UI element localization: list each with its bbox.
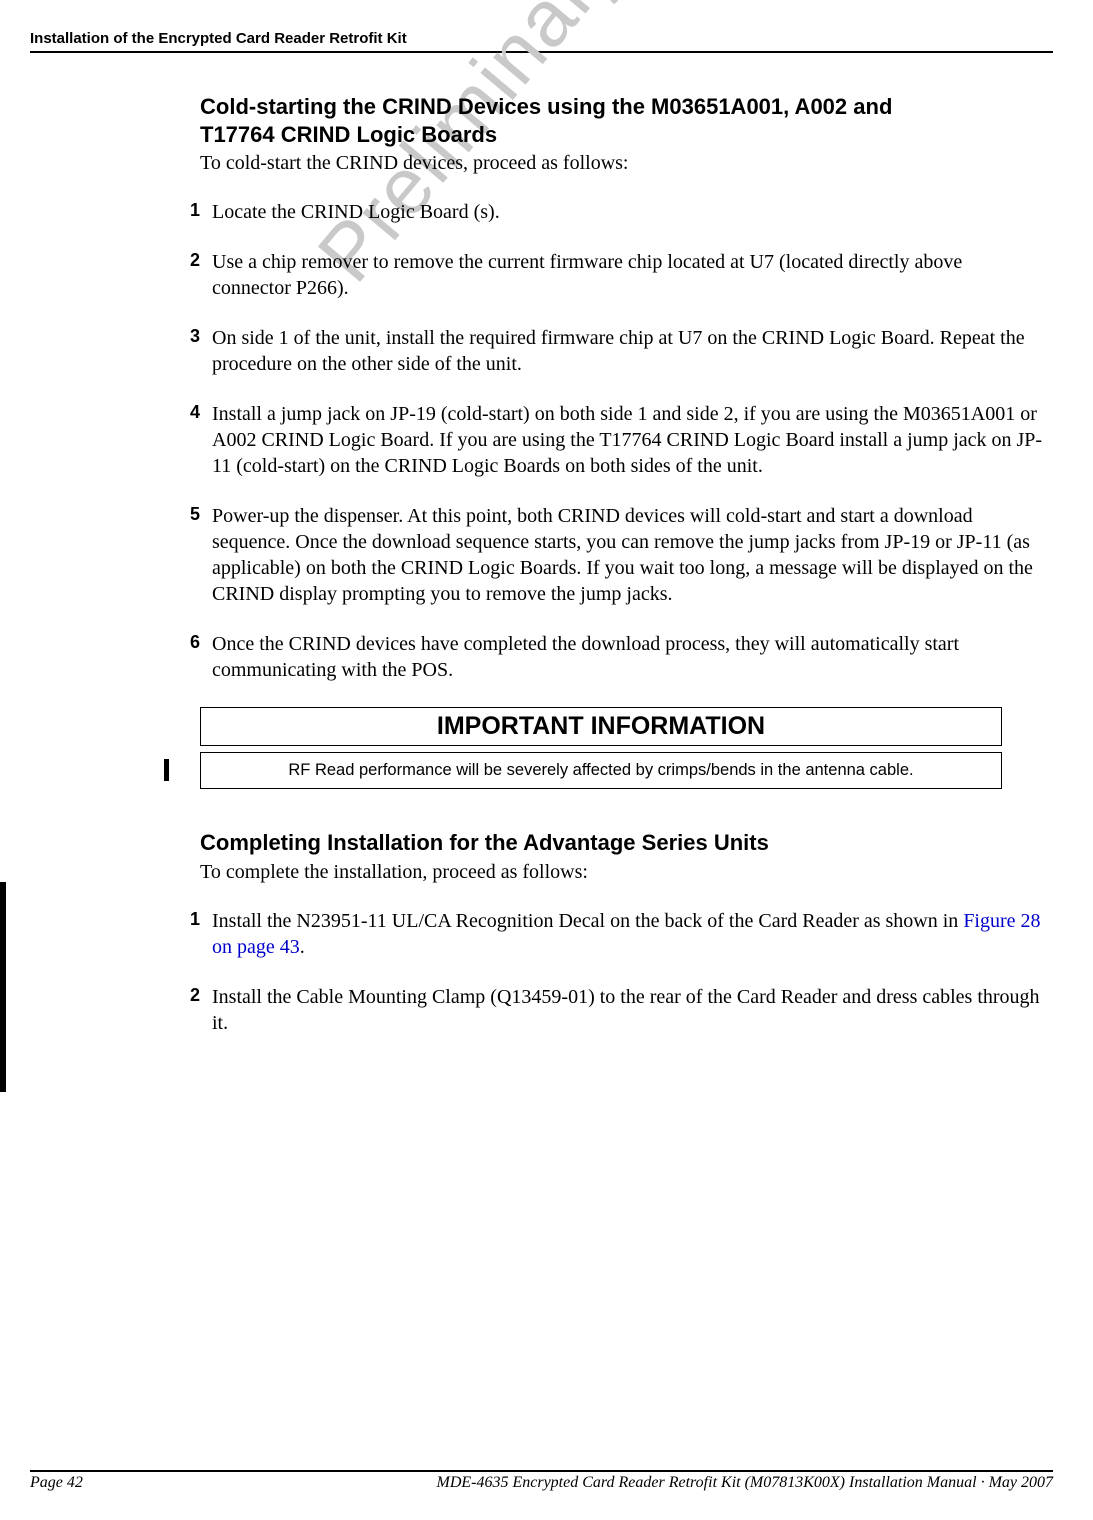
step-number: 1 xyxy=(172,908,200,960)
step-text: Install the Cable Mounting Clamp (Q13459… xyxy=(200,984,1043,1036)
footer-doc-id: MDE-4635 Encrypted Card Reader Retrofit … xyxy=(436,1474,1053,1492)
step-row: 3 On side 1 of the unit, install the req… xyxy=(200,325,1043,377)
section1-title-line1: Cold-starting the CRIND Devices using th… xyxy=(200,94,892,119)
section2-title: Completing Installation for the Advantag… xyxy=(200,829,1043,857)
important-heading: IMPORTANT INFORMATION xyxy=(200,707,1002,746)
page-number: Page 42 xyxy=(30,1474,83,1492)
running-header: Installation of the Encrypted Card Reade… xyxy=(30,30,1053,53)
step-text-post: . xyxy=(300,936,305,958)
footer-rule xyxy=(30,1470,1053,1472)
step-number: 3 xyxy=(172,325,200,377)
header-rule xyxy=(30,51,1053,53)
step-text: On side 1 of the unit, install the requi… xyxy=(200,325,1043,377)
step-number: 2 xyxy=(172,984,200,1036)
step-row: 5 Power-up the dispenser. At this point,… xyxy=(200,503,1043,607)
step-number: 5 xyxy=(172,503,200,607)
step-text-pre: Install the N23951-11 UL/CA Recognition … xyxy=(212,910,963,932)
step-row: 2 Install the Cable Mounting Clamp (Q134… xyxy=(200,984,1043,1036)
section1-title-line2: T17764 CRIND Logic Boards xyxy=(200,122,497,147)
step-row: 6 Once the CRIND devices have completed … xyxy=(200,631,1043,683)
change-bar xyxy=(164,759,169,781)
step-text: Power-up the dispenser. At this point, b… xyxy=(200,503,1043,607)
step-number: 2 xyxy=(172,249,200,301)
section1-title: Cold-starting the CRIND Devices using th… xyxy=(200,93,1043,148)
step-text: Once the CRIND devices have completed th… xyxy=(200,631,1043,683)
step-row: 1 Install the N23951-11 UL/CA Recognitio… xyxy=(200,908,1043,960)
important-text: RF Read performance will be severely aff… xyxy=(200,752,1002,789)
step-number: 4 xyxy=(172,401,200,479)
important-block: IMPORTANT INFORMATION RF Read performanc… xyxy=(200,707,1043,789)
side-tab xyxy=(0,882,6,1092)
section2-intro: To complete the installation, proceed as… xyxy=(200,861,1043,884)
step-number: 1 xyxy=(172,199,200,225)
step-row: 4 Install a jump jack on JP-19 (cold-sta… xyxy=(200,401,1043,479)
header-title: Installation of the Encrypted Card Reade… xyxy=(30,30,1053,47)
step-number: 6 xyxy=(172,631,200,683)
step-row: 1 Locate the CRIND Logic Board (s). xyxy=(200,199,1043,225)
footer: Page 42 MDE-4635 Encrypted Card Reader R… xyxy=(30,1462,1053,1492)
step-row: 2 Use a chip remover to remove the curre… xyxy=(200,249,1043,301)
section1-intro: To cold-start the CRIND devices, proceed… xyxy=(200,152,1043,175)
step-text: Locate the CRIND Logic Board (s). xyxy=(200,199,1043,225)
step-text: Install the N23951-11 UL/CA Recognition … xyxy=(200,908,1043,960)
step-text: Install a jump jack on JP-19 (cold-start… xyxy=(200,401,1043,479)
step-text: Use a chip remover to remove the current… xyxy=(200,249,1043,301)
